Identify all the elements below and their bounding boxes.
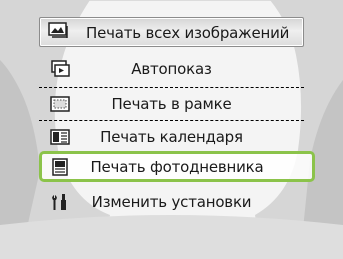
menu-divider [39, 87, 304, 88]
menu-item-slideshow[interactable]: Автопоказ [39, 55, 304, 84]
photos-icon [48, 22, 68, 38]
menu-divider [39, 120, 304, 121]
menu-item-label: Изменить установки [91, 193, 252, 211]
menu-item-label: Печать календаря [100, 128, 243, 146]
print-menu-screen: Печать всех изображений Автопоказ Печать… [0, 0, 343, 259]
menu-item-print-all-images[interactable]: Печать всех изображений [39, 17, 304, 47]
menu-item-calendar-print[interactable]: Печать календаря [39, 123, 304, 152]
menu-item-change-settings[interactable]: Изменить установки [39, 188, 304, 217]
menu-item-label: Печать в рамке [111, 95, 232, 113]
menu-item-label: Печать всех изображений [86, 24, 290, 42]
menu-item-photo-diary-print[interactable]: Печать фотодневника [39, 151, 315, 182]
menu-item-label: Печать фотодневника [90, 158, 264, 176]
menu-item-frame-print[interactable]: Печать в рамке [39, 90, 304, 119]
menu-item-label: Автопоказ [131, 60, 212, 78]
